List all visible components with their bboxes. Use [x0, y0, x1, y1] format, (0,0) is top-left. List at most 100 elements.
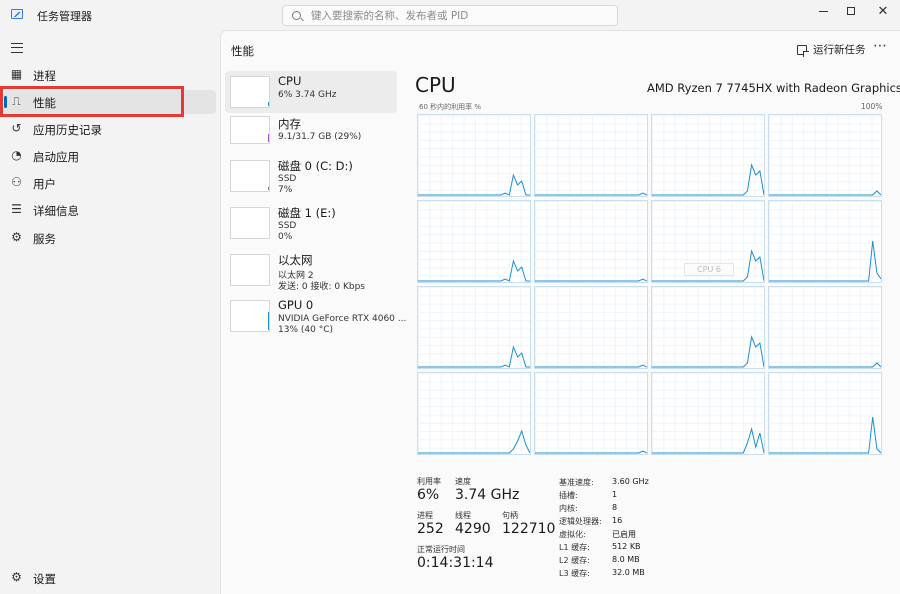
run-new-task-button[interactable]: 运行新任务 — [797, 42, 866, 57]
spec-label: 内核: — [559, 504, 578, 513]
device-detail: 7% — [278, 185, 293, 195]
sidebar-item-performance[interactable]: ⎍ 性能 — [4, 90, 216, 114]
cpu-core-graph — [768, 286, 882, 369]
handles-label: 句柄 — [502, 511, 518, 520]
close-button[interactable]: ✕ — [866, 0, 900, 22]
spec-label: L2 缓存: — [559, 556, 590, 565]
device-name: 内存 — [278, 117, 301, 131]
thumbnail-spark — [268, 187, 269, 190]
graph-axis-label: 60 秒内的利用率 % — [419, 103, 482, 111]
maximize-icon — [847, 7, 855, 15]
threads-value: 4290 — [455, 521, 491, 537]
sidebar-item-settings[interactable]: ⚙ 设置 — [4, 566, 216, 590]
uptime-value: 0:14:31:14 — [417, 555, 494, 571]
device-disk-1[interactable]: 磁盘 1 (E:) SSD 0% — [225, 202, 397, 244]
usage-polyline — [769, 362, 881, 368]
usage-line — [418, 345, 530, 368]
startup-apps-icon: ◔ — [11, 148, 22, 162]
device-ethernet[interactable]: 以太网 以太网 2 发送: 0 接收: 0 Kbps — [225, 249, 397, 292]
sidebar-item-label: 服务 — [33, 232, 56, 246]
usage-polyline — [769, 416, 881, 454]
close-icon: ✕ — [877, 3, 889, 19]
sidebar-item-label: 详细信息 — [33, 204, 79, 218]
page-title: 性能 — [231, 44, 254, 58]
device-name: GPU 0 — [278, 298, 314, 312]
usage-line — [418, 173, 530, 196]
spec-value: 3.60 GHz — [612, 477, 649, 486]
cpu-core-graph — [417, 286, 531, 369]
app-history-icon: ↺ — [11, 121, 22, 135]
sidebar-item-label: 性能 — [33, 96, 56, 110]
usage-line — [418, 259, 530, 282]
usage-line — [769, 190, 881, 196]
graph-axis-max: 100% — [861, 102, 883, 111]
settings-icon: ⚙ — [11, 570, 22, 584]
cpu-core-graph — [651, 372, 765, 455]
task-manager-icon — [11, 9, 23, 19]
usage-polyline — [769, 240, 881, 282]
more-options-icon[interactable]: ⋯ — [873, 38, 888, 54]
device-detail: 6% 3.74 GHz — [278, 90, 337, 100]
sidebar-item-details[interactable]: ☰ 详细信息 — [4, 198, 216, 222]
device-detail: 9.1/31.7 GB (29%) — [278, 132, 362, 142]
title-bar: 任务管理器 ✕ — [0, 0, 900, 30]
usage-polyline — [535, 192, 647, 196]
cpu-heading: CPU — [415, 73, 456, 97]
maximize-button[interactable] — [834, 0, 868, 22]
sidebar: ▦ 进程 ⎍ 性能 ↺ 应用历史记录 ◔ 启动应用 ⚇ 用户 ☰ 详细信息 ⚙ … — [0, 30, 220, 594]
minimize-icon — [818, 10, 828, 12]
hamburger-menu-icon[interactable] — [11, 43, 23, 53]
usage-line — [769, 416, 881, 454]
usage-polyline — [418, 429, 530, 454]
usage-polyline — [535, 278, 647, 282]
spec-label: L1 缓存: — [559, 543, 590, 552]
performance-icon: ⎍ — [12, 94, 21, 108]
sidebar-item-label: 设置 — [33, 572, 56, 586]
usage-line — [652, 427, 764, 454]
usage-line — [418, 429, 530, 454]
spec-value: 1 — [612, 490, 618, 499]
usage-line — [535, 450, 647, 454]
sidebar-item-users[interactable]: ⚇ 用户 — [4, 171, 216, 195]
device-detail: 发送: 0 接收: 0 Kbps — [278, 282, 365, 292]
usage-polyline — [418, 345, 530, 368]
device-cpu[interactable]: CPU 6% 3.74 GHz — [225, 71, 397, 113]
cpu-core-graph — [768, 200, 882, 283]
search-box[interactable] — [282, 5, 618, 26]
device-gpu-0[interactable]: GPU 0 NVIDIA GeForce RTX 4060 ... 13% (4… — [225, 295, 406, 337]
sidebar-item-processes[interactable]: ▦ 进程 — [4, 63, 216, 87]
details-icon: ☰ — [11, 202, 22, 216]
sidebar-item-services[interactable]: ⚙ 服务 — [4, 226, 216, 250]
cpu-core-graph — [768, 372, 882, 455]
thumbnail-spark — [268, 134, 269, 142]
cpu-core-graph — [534, 286, 648, 369]
device-disk-0[interactable]: 磁盘 0 (C: D:) SSD 7% — [225, 155, 397, 197]
spec-value: 16 — [612, 516, 623, 525]
cpu-core-graph — [534, 114, 648, 197]
device-memory[interactable]: 内存 9.1/31.7 GB (29%) — [225, 113, 397, 155]
cpu-core-graph — [417, 372, 531, 455]
thumbnail-spark — [268, 312, 269, 330]
cpu-core-graph — [417, 114, 531, 197]
spec-label: 插槽: — [559, 491, 578, 500]
usage-line — [535, 192, 647, 196]
spec-value: 已启用 — [612, 530, 636, 539]
usage-polyline — [769, 190, 881, 196]
speed-value: 3.74 GHz — [455, 487, 520, 503]
speed-label: 速度 — [455, 477, 471, 486]
utilization-label: 利用率 — [417, 477, 441, 486]
sidebar-item-label: 启动应用 — [33, 150, 79, 164]
usage-polyline — [535, 450, 647, 454]
spec-value: 512 KB — [612, 542, 641, 551]
search-icon — [292, 11, 301, 20]
sidebar-item-app-history[interactable]: ↺ 应用历史记录 — [4, 117, 216, 141]
device-detail: 13% (40 °C) — [278, 325, 333, 335]
cpu-core-graph — [768, 114, 882, 197]
usage-line — [769, 240, 881, 282]
sidebar-item-label: 进程 — [33, 69, 56, 83]
search-input[interactable] — [311, 7, 611, 24]
handles-value: 122710 — [502, 521, 556, 537]
sidebar-item-startup-apps[interactable]: ◔ 启动应用 — [4, 144, 216, 168]
processes-icon: ▦ — [10, 67, 23, 81]
cpu-core-graph — [534, 200, 648, 283]
